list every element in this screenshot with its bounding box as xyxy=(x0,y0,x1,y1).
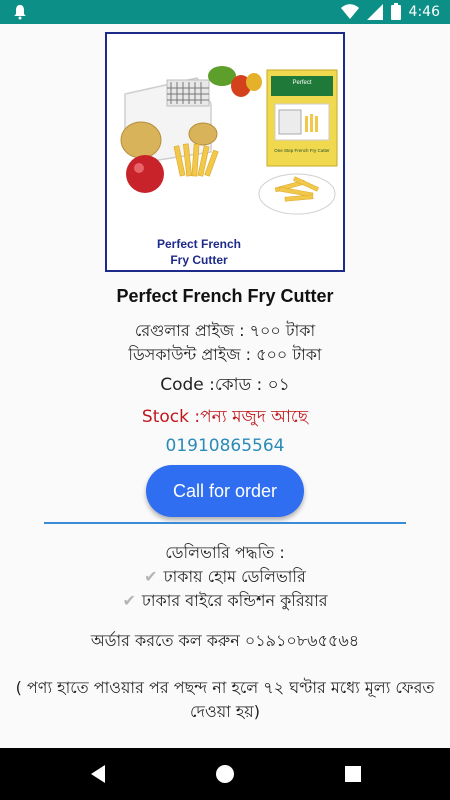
delivery-option: ✔ ঢাকায় হোম ডেলিভারি xyxy=(0,564,450,591)
image-caption-line2: Fry Cutter xyxy=(170,253,228,267)
delivery-option-label: ঢাকার বাইরে কন্ডিশন কুরিয়ার xyxy=(141,591,328,610)
regular-price: রেগুলার প্রাইজ : ৭০০ টাকা xyxy=(134,321,316,340)
image-caption-line1: Perfect French xyxy=(157,237,241,251)
box-label-top: Perfect xyxy=(292,80,311,86)
product-image[interactable]: Perfect One Step French Fry Cutter Perfe… xyxy=(105,32,345,272)
call-for-order-button[interactable]: Call for order xyxy=(146,465,304,517)
status-icons: 4:46 xyxy=(340,3,440,20)
delivery-heading: ডেলিভারি পদ্ধতি : xyxy=(165,543,285,562)
stock-status: Stock :পন্য মজুদ আছে xyxy=(141,407,309,427)
discount-price: ডিসকাউন্ট প্রাইজ : ৫০০ টাকা xyxy=(128,345,322,364)
box-label-bottom: One Step French Fry Cutter xyxy=(274,148,330,153)
product-detail: Perfect One Step French Fry Cutter Perfe… xyxy=(0,24,450,748)
status-time: 4:46 xyxy=(408,3,440,20)
delivery-option: ✔ ঢাকার বাইরে কন্ডিশন কুরিয়ার xyxy=(0,588,450,615)
phone-link[interactable]: 01910865564 xyxy=(0,436,450,456)
notification-icon xyxy=(14,5,26,20)
signal-icon xyxy=(366,3,383,20)
navigation-bar xyxy=(0,748,450,800)
home-icon[interactable] xyxy=(213,762,237,786)
checkmark-icon: ✔ xyxy=(122,591,136,610)
divider xyxy=(44,522,406,524)
order-info: অর্ডার করতে কল করুন ০১৯১০৮৬৫৫৬৪ xyxy=(90,631,360,650)
product-code: Code :কোড : ০১ xyxy=(160,375,290,395)
recents-icon[interactable] xyxy=(341,762,365,786)
checkmark-icon: ✔ xyxy=(144,567,158,586)
wifi-icon xyxy=(340,3,359,19)
return-policy-note: ( পণ্য হাতে পাওয়ার পর পছন্দ না হলে ৭২ ঘ… xyxy=(15,678,435,721)
back-icon[interactable] xyxy=(86,762,110,786)
product-title: Perfect French Fry Cutter xyxy=(116,286,334,306)
product-illustration: Perfect One Step French Fry Cutter Perfe… xyxy=(120,66,338,267)
status-bar: 4:46 xyxy=(0,0,450,24)
delivery-option-label: ঢাকায় হোম ডেলিভারি xyxy=(163,567,306,586)
battery-icon xyxy=(390,3,401,20)
